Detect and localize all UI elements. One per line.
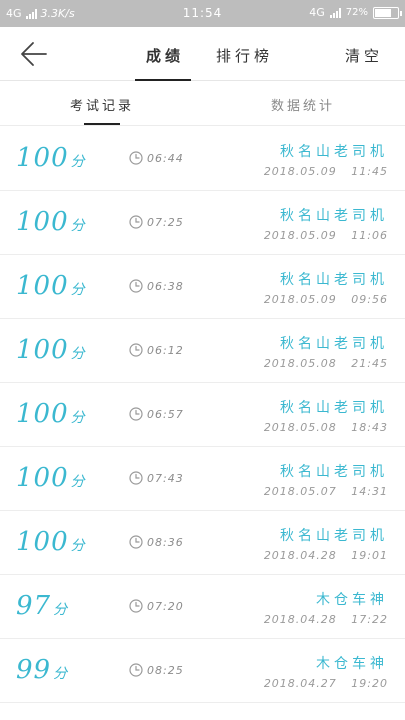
- score: 100 分: [16, 207, 85, 237]
- score-value: 100: [16, 463, 69, 493]
- status-right: 4G 72%: [309, 6, 402, 19]
- record-date: 2018.05.08 18:43: [263, 421, 388, 434]
- score-unit: 分: [70, 410, 85, 426]
- score-value: 100: [16, 207, 69, 237]
- score: 99 分: [16, 655, 67, 685]
- record-row[interactable]: 100 分 06:12 秋名山老司机 2018.05.08 21:45: [0, 319, 405, 383]
- duration-value: 06:57: [147, 407, 184, 421]
- clock-icon: [129, 535, 143, 549]
- duration: 07:20: [129, 599, 184, 613]
- clock-icon: [129, 663, 143, 677]
- network-type-right: 4G: [309, 6, 325, 19]
- score-unit: 分: [70, 474, 85, 490]
- clock-icon: [129, 599, 143, 613]
- duration-value: 08:25: [147, 663, 184, 677]
- battery-percent: 72%: [345, 7, 368, 18]
- tab-ranking[interactable]: 排行榜: [216, 45, 273, 66]
- duration: 06:12: [129, 343, 184, 357]
- record-row[interactable]: 99 分 08:25 木仓车神 2018.04.27 19:20: [0, 639, 405, 703]
- tab-exam-records[interactable]: 考试记录: [70, 95, 134, 114]
- record-name: 秋名山老司机: [280, 208, 388, 224]
- record-name: 木仓车神: [316, 656, 388, 672]
- score: 100 分: [16, 143, 85, 173]
- duration-value: 07:43: [147, 471, 184, 485]
- score-value: 99: [16, 655, 52, 685]
- record-row[interactable]: 97 分 07:20 木仓车神 2018.04.28 17:22: [0, 575, 405, 639]
- record-row[interactable]: 100 分 07:25 秋名山老司机 2018.05.09 11:06: [0, 191, 405, 255]
- score-unit: 分: [70, 282, 85, 298]
- duration: 06:57: [129, 407, 184, 421]
- clock-icon: [129, 471, 143, 485]
- duration-value: 07:20: [147, 599, 184, 613]
- score-value: 97: [16, 591, 52, 621]
- duration: 06:44: [129, 151, 184, 165]
- tab-scores[interactable]: 成绩: [146, 45, 184, 66]
- signal-icon-right: [329, 7, 341, 18]
- record-date: 2018.04.28 17:22: [263, 613, 388, 626]
- score-value: 100: [16, 399, 69, 429]
- score-unit: 分: [70, 538, 85, 554]
- score: 100 分: [16, 271, 85, 301]
- record-date: 2018.04.28 19:01: [263, 549, 388, 562]
- score-unit: 分: [70, 154, 85, 170]
- sub-tabs: 考试记录 数据统计: [0, 81, 405, 126]
- score: 100 分: [16, 527, 85, 557]
- record-date: 2018.05.09 09:56: [263, 293, 388, 306]
- score-value: 100: [16, 143, 69, 173]
- record-date: 2018.05.08 21:45: [263, 357, 388, 370]
- record-name: 秋名山老司机: [280, 528, 388, 544]
- clock-icon: [129, 151, 143, 165]
- clear-button[interactable]: 清空: [345, 45, 383, 66]
- record-name: 秋名山老司机: [280, 464, 388, 480]
- score-value: 100: [16, 335, 69, 365]
- duration: 07:25: [129, 215, 184, 229]
- records-list: 100 分 06:44 秋名山老司机 2018.05.09 11:45 100 分 …: [0, 127, 405, 703]
- duration-value: 08:36: [147, 535, 184, 549]
- clock-icon: [129, 279, 143, 293]
- score-value: 100: [16, 271, 69, 301]
- score: 97 分: [16, 591, 67, 621]
- duration-value: 06:44: [147, 151, 184, 165]
- score-unit: 分: [53, 602, 68, 618]
- tab-data-stats[interactable]: 数据统计: [271, 95, 335, 114]
- record-name: 秋名山老司机: [280, 336, 388, 352]
- score: 100 分: [16, 463, 85, 493]
- record-row[interactable]: 100 分 07:43 秋名山老司机 2018.05.07 14:31: [0, 447, 405, 511]
- record-date: 2018.05.09 11:45: [263, 165, 388, 178]
- record-name: 秋名山老司机: [280, 400, 388, 416]
- duration: 08:36: [129, 535, 184, 549]
- record-row[interactable]: 100 分 08:36 秋名山老司机 2018.04.28 19:01: [0, 511, 405, 575]
- battery-icon: [373, 6, 402, 19]
- duration: 06:38: [129, 279, 184, 293]
- record-row[interactable]: 100 分 06:57 秋名山老司机 2018.05.08 18:43: [0, 383, 405, 447]
- status-bar: 4G 3.3K/s 11:54 4G 72%: [0, 0, 405, 27]
- record-date: 2018.04.27 19:20: [263, 677, 388, 690]
- duration-value: 06:12: [147, 343, 184, 357]
- record-name: 秋名山老司机: [280, 272, 388, 288]
- record-row[interactable]: 100 分 06:44 秋名山老司机 2018.05.09 11:45: [0, 127, 405, 191]
- clock-icon: [129, 407, 143, 421]
- duration-value: 06:38: [147, 279, 184, 293]
- clock-icon: [129, 343, 143, 357]
- record-date: 2018.05.07 14:31: [263, 485, 388, 498]
- score-unit: 分: [70, 346, 85, 362]
- record-name: 木仓车神: [316, 592, 388, 608]
- score-unit: 分: [53, 666, 68, 682]
- clock-icon: [129, 215, 143, 229]
- score-value: 100: [16, 527, 69, 557]
- duration: 08:25: [129, 663, 184, 677]
- back-button[interactable]: [18, 39, 50, 69]
- tab-exam-records-indicator: [84, 123, 120, 125]
- record-date: 2018.05.09 11:06: [263, 229, 388, 242]
- record-row[interactable]: 100 分 06:38 秋名山老司机 2018.05.09 09:56: [0, 255, 405, 319]
- score: 100 分: [16, 399, 85, 429]
- top-nav: 成绩 排行榜 清空: [0, 27, 405, 81]
- arrow-left-icon: [21, 42, 47, 66]
- duration-value: 07:25: [147, 215, 184, 229]
- duration: 07:43: [129, 471, 184, 485]
- score-unit: 分: [70, 218, 85, 234]
- record-name: 秋名山老司机: [280, 144, 388, 160]
- score: 100 分: [16, 335, 85, 365]
